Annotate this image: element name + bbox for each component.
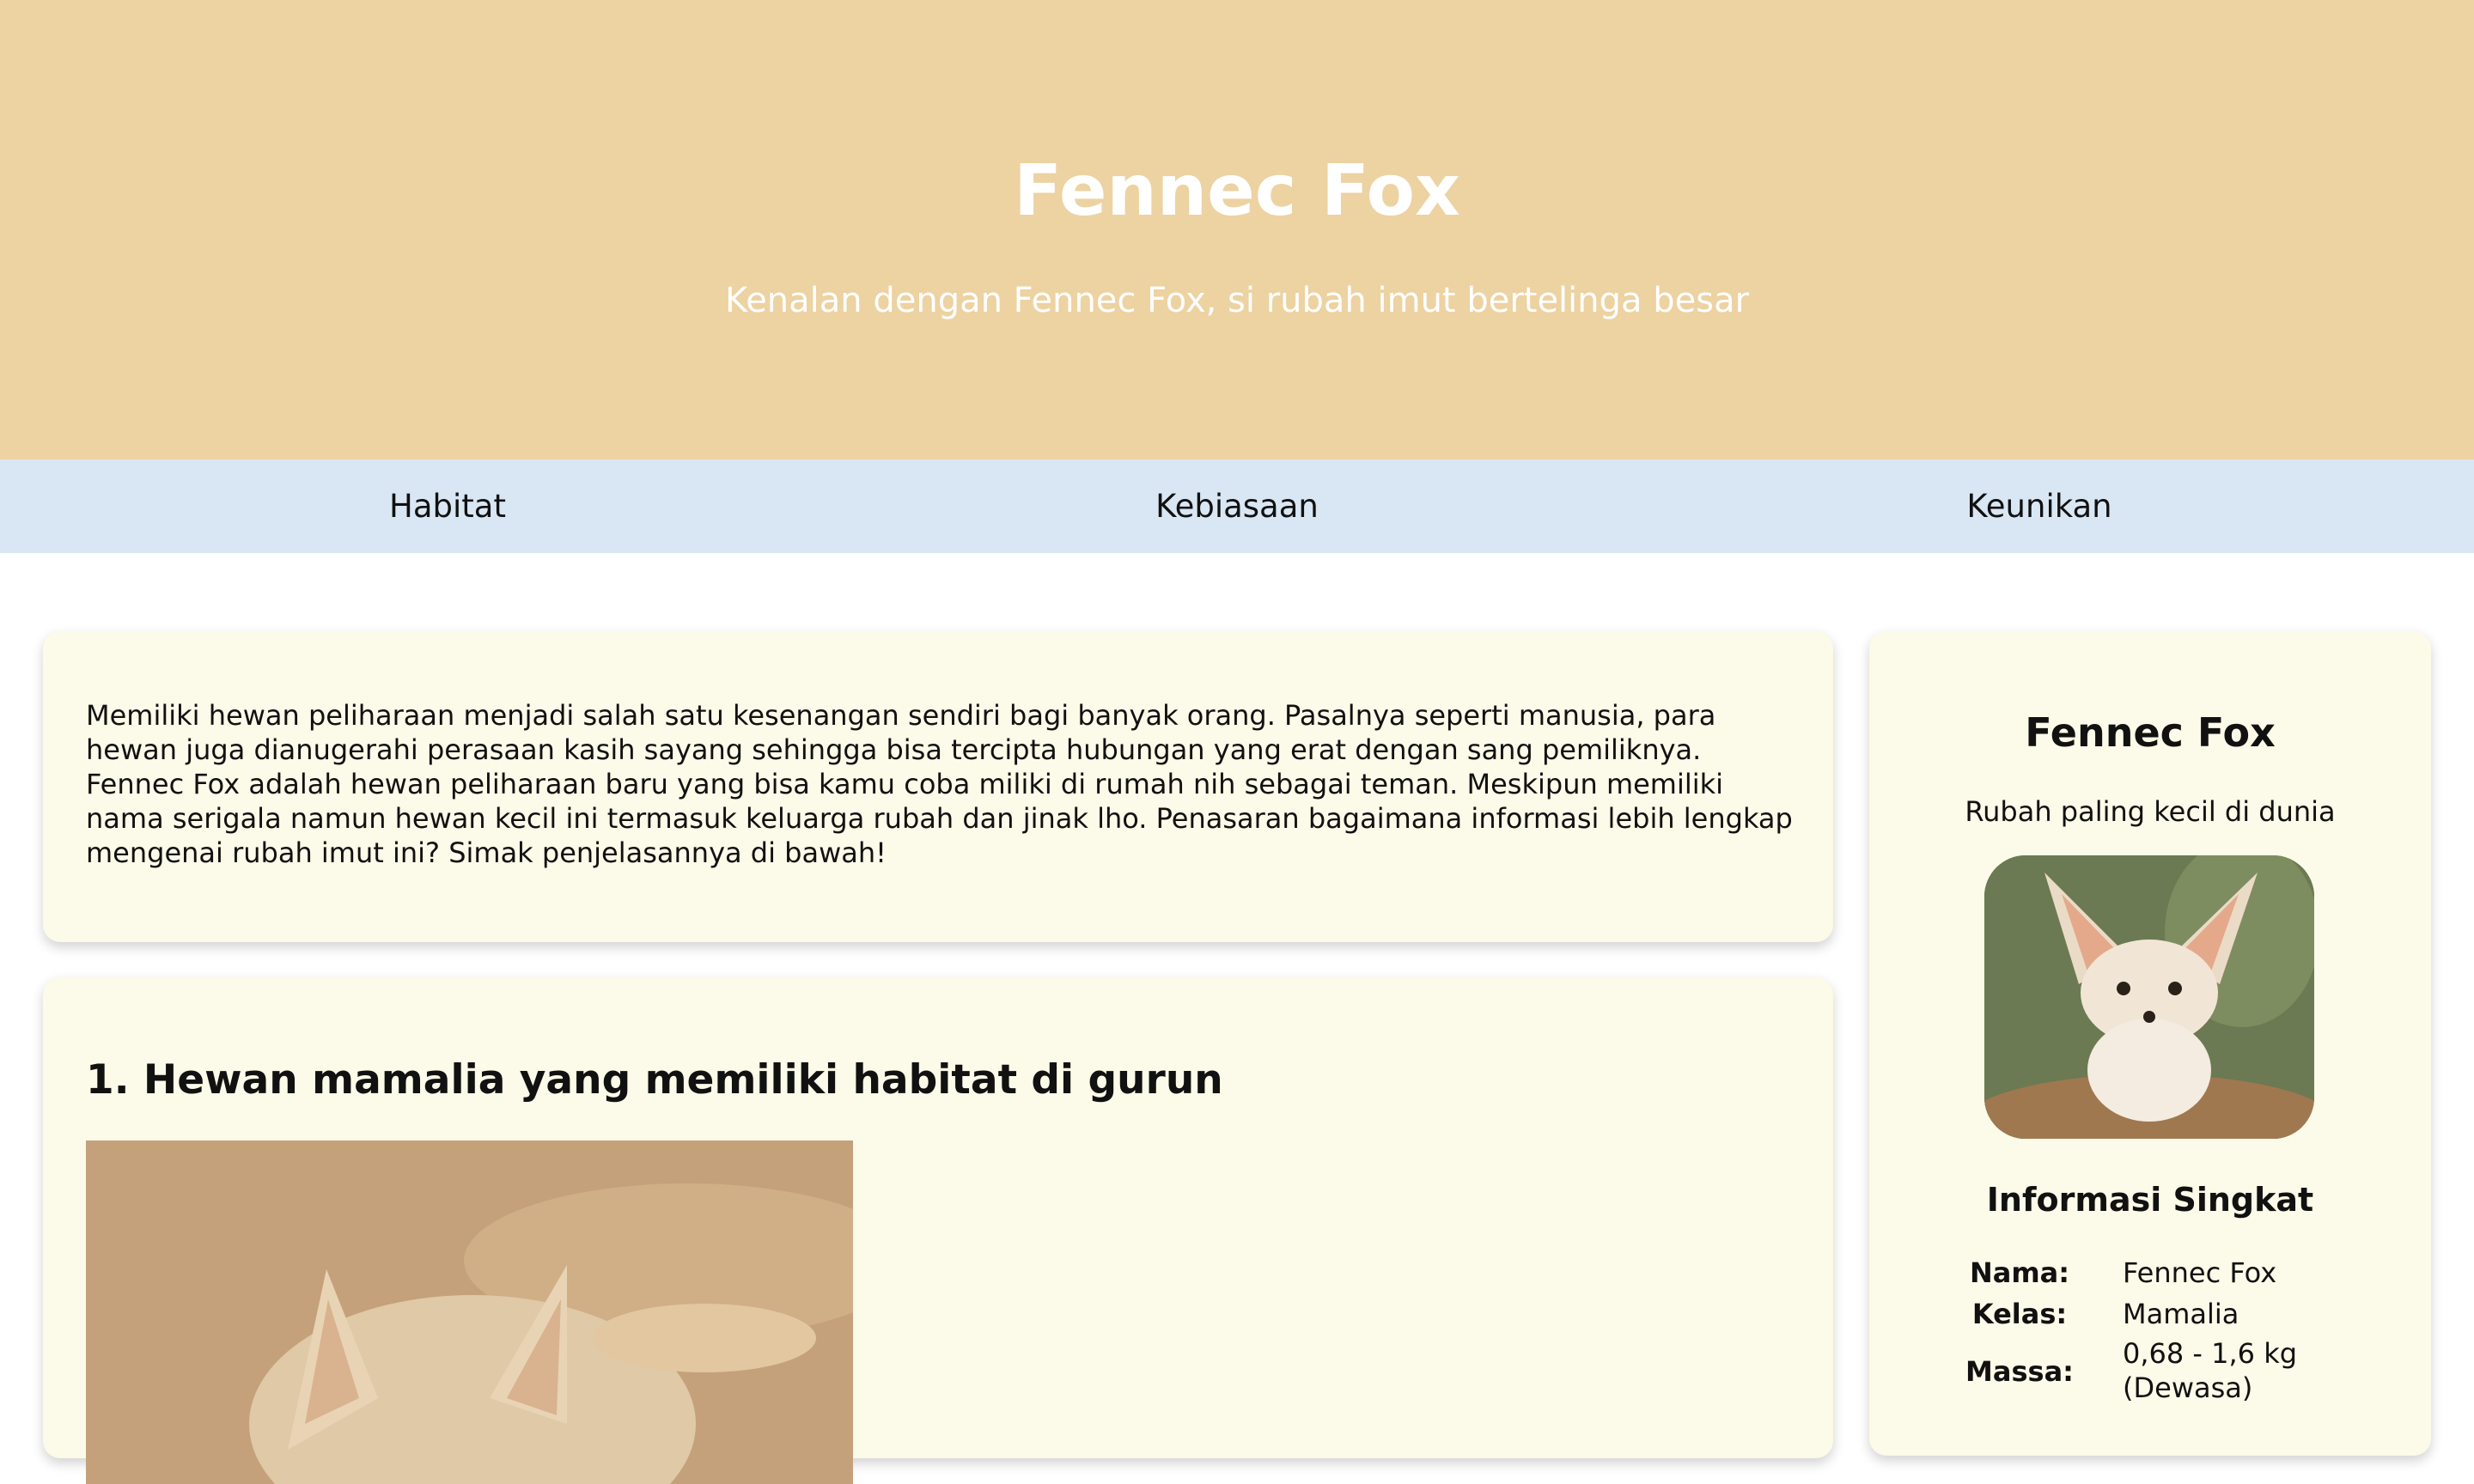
sidebar-title: Fennec Fox — [2025, 709, 2276, 756]
info-value: Mamalia — [2123, 1298, 2239, 1330]
info-key: Nama: — [1969, 1256, 2070, 1289]
info-key: Kelas: — [1971, 1298, 2068, 1330]
fennec-fox-desert-photo — [86, 1140, 853, 1484]
nav-link-kebiasaan[interactable]: Kebiasaan — [1155, 459, 1319, 553]
page-title: Fennec Fox — [1014, 150, 1460, 232]
info-value: 0,68 - 1,6 kg (Dewasa) — [2123, 1337, 2298, 1404]
info-value: Fennec Fox — [2123, 1256, 2277, 1289]
fox-illustration — [86, 1140, 853, 1484]
nav-link-habitat[interactable]: Habitat — [389, 459, 506, 553]
info-row-massa: Massa: 0,68 - 1,6 kg (Dewasa) — [1869, 1337, 2431, 1404]
intro-text: Memiliki hewan peliharaan menjadi salah … — [86, 699, 1793, 869]
main-nav: Habitat Kebiasaan Keunikan — [0, 459, 2474, 553]
fennec-fox-avatar — [1984, 855, 2314, 1139]
info-row-nama: Nama: Fennec Fox — [1869, 1252, 2431, 1293]
habitat-section-card: 1. Hewan mamalia yang memiliki habitat d… — [43, 977, 1833, 1484]
sidebar-subtitle: Rubah paling kecil di dunia — [1965, 795, 2336, 828]
section-heading: 1. Hewan mamalia yang memiliki habitat d… — [86, 1056, 1223, 1104]
page-subtitle: Kenalan dengan Fennec Fox, si rubah imut… — [724, 281, 1750, 320]
info-row-kelas: Kelas: Mamalia — [1869, 1293, 2431, 1335]
info-heading: Informasi Singkat — [1986, 1181, 2314, 1219]
fox-portrait-illustration — [1984, 855, 2314, 1139]
hero-header: Fennec Fox Kenalan dengan Fennec Fox, si… — [0, 0, 2474, 459]
info-sidebar: Fennec Fox Rubah paling kecil di dunia I… — [1869, 631, 2431, 1456]
intro-card: Memiliki hewan peliharaan menjadi salah … — [43, 631, 1833, 942]
nav-link-keunikan[interactable]: Keunikan — [1966, 459, 2111, 553]
info-key: Massa: — [1965, 1355, 2074, 1388]
